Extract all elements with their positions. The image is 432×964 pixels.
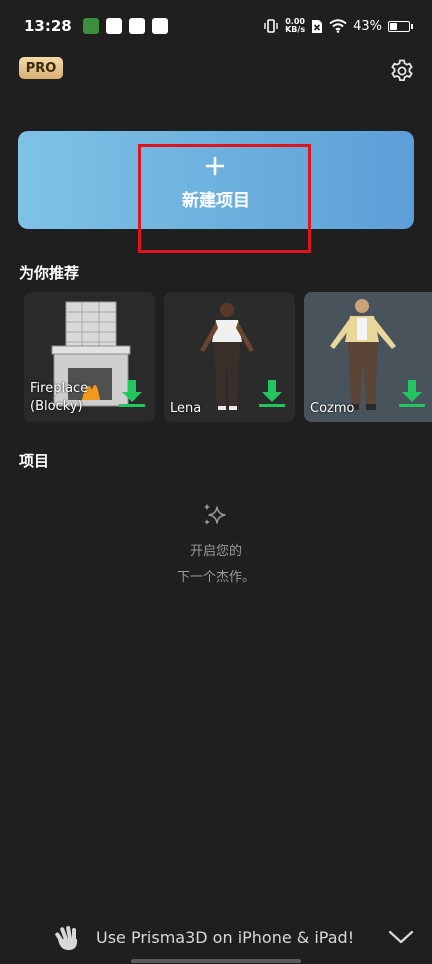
card-name-line1: Lena xyxy=(170,401,202,416)
vibrate-icon xyxy=(264,19,278,33)
empty-state-line2: 下一个杰作。 xyxy=(176,570,255,585)
notification-mail-icon xyxy=(105,18,122,34)
wifi-icon xyxy=(329,19,347,33)
notification-app-icon xyxy=(82,18,99,34)
card-name-line1: Fireplace xyxy=(30,381,89,396)
battery-icon xyxy=(388,20,413,32)
download-icon[interactable] xyxy=(118,378,146,408)
banner-text[interactable]: Use Prisma3D on iPhone & iPad! xyxy=(96,928,354,947)
download-icon[interactable] xyxy=(258,378,286,408)
recommended-card-fireplace[interactable]: Fireplace (Blocky) xyxy=(24,292,155,422)
battery-level-fill xyxy=(390,22,398,30)
wave-icon xyxy=(55,926,78,951)
chevron-down-icon[interactable] xyxy=(388,928,414,946)
card-name-line1: Cozmo xyxy=(310,401,355,416)
projects-title: 项目 xyxy=(19,452,50,470)
network-speed-unit: KB/s xyxy=(285,25,306,34)
app-screen: 13:28 0.00 KB/s 43% PRO 新建项目 为你推荐 Firepl… xyxy=(0,0,432,964)
pro-badge[interactable]: PRO xyxy=(19,57,63,79)
status-time: 13:28 xyxy=(24,17,72,35)
battery-percent: 43% xyxy=(353,18,382,34)
empty-state-line1: 开启您的 xyxy=(189,544,242,559)
status-bar-left: 13:28 xyxy=(24,17,168,35)
notification-link-icon xyxy=(151,18,168,34)
recommended-card-lena[interactable]: Lena xyxy=(164,292,295,422)
recommended-card-cozmo[interactable]: Cozmo xyxy=(304,292,432,422)
status-bar: 13:28 0.00 KB/s 43% xyxy=(0,0,432,52)
gear-icon[interactable] xyxy=(389,58,415,84)
status-bar-right: 0.00 KB/s 43% xyxy=(263,18,413,34)
home-indicator xyxy=(131,959,301,963)
download-icon[interactable] xyxy=(398,378,426,408)
card-name-line2: (Blocky) xyxy=(30,399,83,414)
notification-calendar-icon xyxy=(128,18,145,34)
network-speed: 0.00 KB/s xyxy=(285,18,305,34)
no-sim-icon xyxy=(312,19,323,33)
sparkle-icon xyxy=(204,503,226,525)
highlight-annotation-box xyxy=(138,144,311,253)
recommended-title: 为你推荐 xyxy=(19,264,80,282)
